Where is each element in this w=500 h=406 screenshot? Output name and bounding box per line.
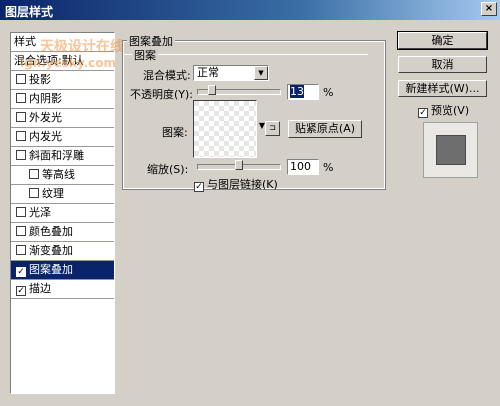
sidebar-item[interactable]: 纹理 bbox=[11, 185, 114, 204]
style-preview bbox=[423, 122, 478, 178]
sidebar-item[interactable]: 投影 bbox=[11, 71, 114, 90]
sidebar-item-label: 等高线 bbox=[42, 168, 75, 181]
sidebar-item-label: 图案叠加 bbox=[29, 263, 73, 276]
sidebar-item[interactable]: 内阴影 bbox=[11, 90, 114, 109]
sidebar-item-checkbox[interactable] bbox=[16, 150, 26, 160]
close-button[interactable]: × bbox=[481, 2, 497, 16]
preview-label: 预览(V) bbox=[431, 104, 470, 117]
sidebar-item-checkbox[interactable] bbox=[16, 207, 26, 217]
preview-swatch bbox=[436, 135, 466, 165]
link-with-layer-checkbox[interactable]: ✓ bbox=[194, 182, 204, 192]
sidebar-header-styles[interactable]: 样式 bbox=[11, 33, 114, 52]
close-icon: × bbox=[484, 3, 494, 14]
sidebar-item-checkbox[interactable] bbox=[16, 74, 26, 84]
opacity-input[interactable]: 13 bbox=[287, 84, 319, 100]
scale-input[interactable]: 100 bbox=[287, 159, 319, 175]
sidebar-item-label: 纹理 bbox=[42, 187, 64, 200]
blend-mode-select[interactable]: 正常 ▼ bbox=[193, 65, 269, 81]
opacity-percent: % bbox=[323, 86, 334, 99]
subgroup-divider bbox=[124, 54, 368, 55]
sidebar-item-label: 颜色叠加 bbox=[29, 225, 73, 238]
sidebar-item-label: 投影 bbox=[29, 73, 51, 86]
scale-slider-thumb[interactable] bbox=[235, 160, 243, 170]
sidebar-effects-list: 投影 内阴影 外发光 内发光 斜面和浮雕 等高线 纹理 光泽 颜色叠加 渐变叠加 ✓ 图案叠加 ✓ 描边 bbox=[11, 71, 114, 299]
opacity-slider[interactable] bbox=[197, 85, 281, 95]
sidebar-item-checkbox[interactable] bbox=[29, 188, 39, 198]
pattern-subgroup-title: 图案 bbox=[132, 47, 158, 63]
sidebar-item-checkbox[interactable] bbox=[29, 169, 39, 179]
new-preset-button[interactable]: ⊐ bbox=[265, 121, 280, 136]
sidebar-item-blending-options[interactable]: 混合选项:默认 bbox=[11, 52, 114, 71]
pattern-preview bbox=[194, 101, 256, 157]
new-style-button[interactable]: 新建样式(W)... bbox=[398, 80, 487, 97]
sidebar-item-checkbox[interactable] bbox=[16, 226, 26, 236]
sidebar-item-checkbox[interactable]: ✓ bbox=[16, 286, 26, 296]
styles-sidebar: 样式 混合选项:默认 投影内阴影外发光内发光斜面和浮雕等高线纹理光泽颜色叠加渐变… bbox=[10, 32, 115, 394]
scale-percent: % bbox=[323, 161, 334, 174]
scale-value: 100 bbox=[290, 160, 311, 173]
preview-option[interactable]: ✓ 预览(V) bbox=[418, 102, 469, 118]
sidebar-item-checkbox[interactable]: ✓ bbox=[16, 267, 26, 277]
link-with-layer-option[interactable]: ✓ 与图层链接(K) bbox=[194, 176, 278, 192]
blend-mode-label: 混合模式: bbox=[143, 69, 191, 82]
sidebar-item[interactable]: 颜色叠加 bbox=[11, 223, 114, 242]
chevron-down-icon: ▼ bbox=[254, 66, 268, 80]
sidebar-item-label: 外发光 bbox=[29, 111, 62, 124]
preview-checkbox[interactable]: ✓ bbox=[418, 108, 428, 118]
ok-button[interactable]: 确定 bbox=[397, 31, 488, 50]
snap-to-origin-button[interactable]: 贴紧原点(A) bbox=[288, 120, 362, 138]
opacity-label: 不透明度(Y): bbox=[130, 88, 194, 101]
scale-slider[interactable] bbox=[197, 160, 281, 170]
sidebar-item-label: 斜面和浮雕 bbox=[29, 149, 84, 162]
sidebar-item[interactable]: ✓ 图案叠加 bbox=[11, 261, 114, 280]
window-title: 图层样式 bbox=[5, 5, 54, 19]
sidebar-item[interactable]: 光泽 bbox=[11, 204, 114, 223]
sidebar-item[interactable]: 斜面和浮雕 bbox=[11, 147, 114, 166]
sidebar-item[interactable]: 渐变叠加 bbox=[11, 242, 114, 261]
sidebar-item-checkbox[interactable] bbox=[16, 245, 26, 255]
sidebar-item[interactable]: 外发光 bbox=[11, 109, 114, 128]
sidebar-item-label: 内阴影 bbox=[29, 92, 62, 105]
sidebar-item-checkbox[interactable] bbox=[16, 131, 26, 141]
sidebar-item-label: 内发光 bbox=[29, 130, 62, 143]
scale-label: 缩放(S): bbox=[147, 163, 189, 176]
opacity-value: 13 bbox=[290, 85, 304, 98]
blend-mode-value: 正常 bbox=[197, 66, 219, 79]
pattern-label: 图案: bbox=[162, 126, 188, 139]
window-title-bar: 图层样式 × bbox=[0, 0, 500, 20]
sidebar-item-label: 描边 bbox=[29, 282, 51, 295]
sidebar-item-label: 渐变叠加 bbox=[29, 244, 73, 257]
new-preset-icon: ⊐ bbox=[269, 123, 276, 132]
opacity-slider-thumb[interactable] bbox=[208, 85, 216, 95]
sidebar-item-checkbox[interactable] bbox=[16, 93, 26, 103]
link-with-layer-label: 与图层链接(K) bbox=[207, 178, 278, 191]
cancel-button[interactable]: 取消 bbox=[398, 56, 487, 73]
sidebar-item[interactable]: 等高线 bbox=[11, 166, 114, 185]
sidebar-item[interactable]: 内发光 bbox=[11, 128, 114, 147]
sidebar-item-checkbox[interactable] bbox=[16, 112, 26, 122]
sidebar-item[interactable]: ✓ 描边 bbox=[11, 280, 114, 299]
pattern-picker[interactable] bbox=[193, 100, 257, 158]
sidebar-item-label: 光泽 bbox=[29, 206, 51, 219]
